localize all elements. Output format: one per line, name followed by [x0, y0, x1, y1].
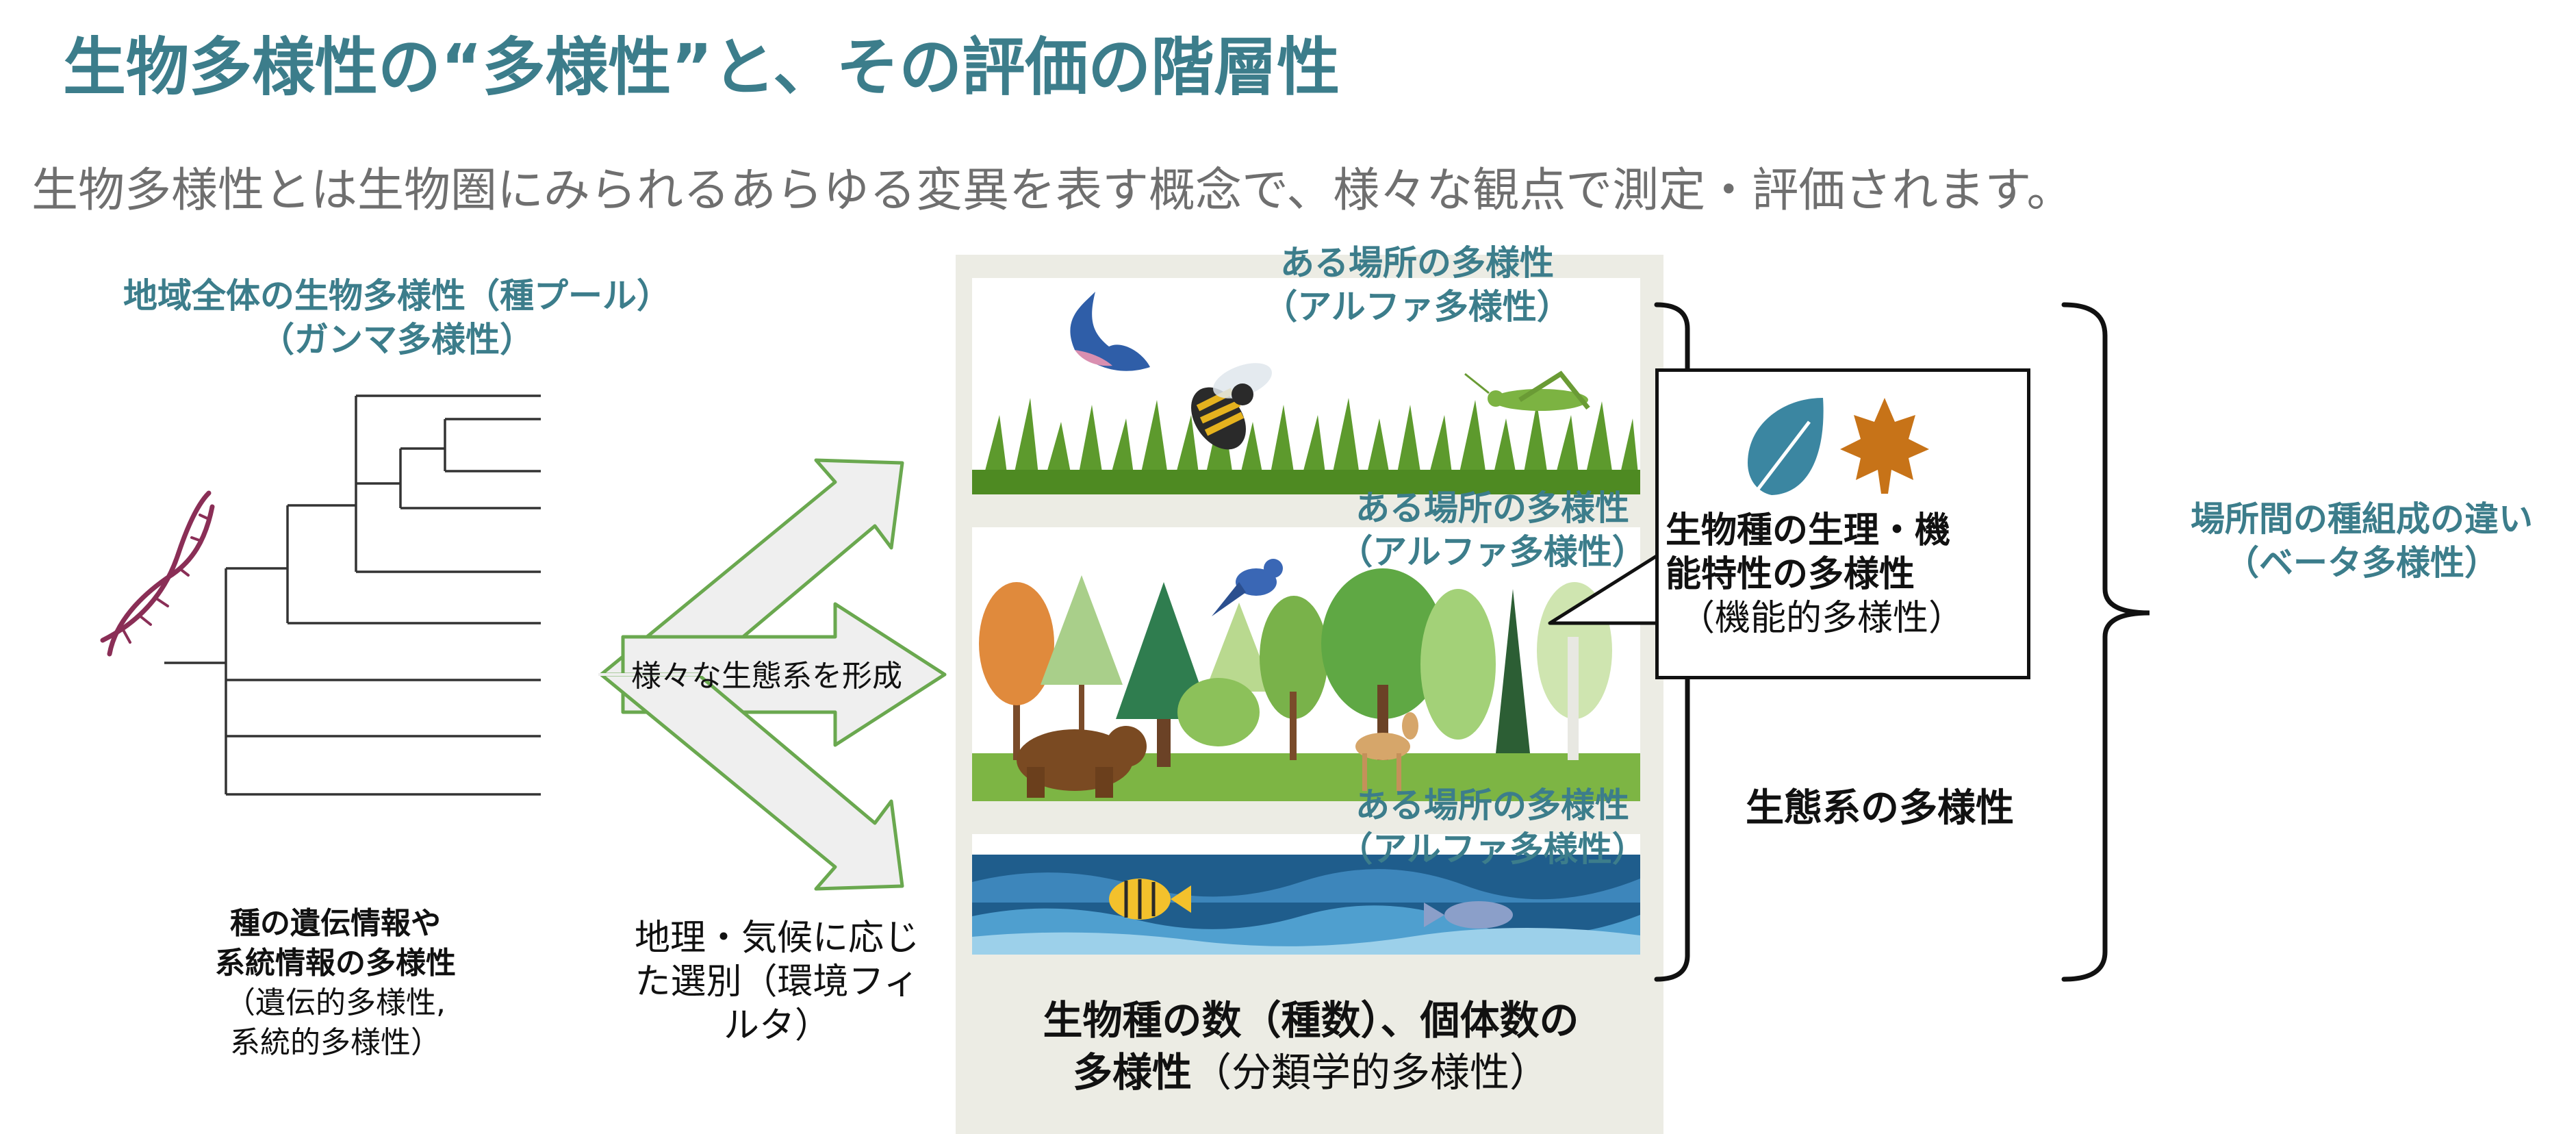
leaf-icon [1748, 398, 1824, 495]
alpha-diversity-label-3: ある場所の多様性 （アルファ多様性） [1338, 785, 1646, 869]
arrow-middle-label: 様々な生態系を形成 [631, 659, 902, 694]
beta-diversity-label: 場所間の種組成の違い （ベータ多様性） [2191, 499, 2533, 583]
ecosystem-diversity-label: 生態系の多様性 [1746, 786, 2014, 831]
functional-callout-pointer [1548, 553, 1661, 625]
genetic-diversity-label: 種の遺伝情報や 系統情報の多様性 （遺伝的多様性, 系統的多様性） [215, 906, 456, 1060]
alpha-diversity-label-1: ある場所の多様性 （アルファ多様性） [1263, 243, 1571, 327]
functional-diversity-callout: 生物種の生理・機 能特性の多様性 （機能的多様性） [1655, 368, 2030, 679]
page-subtitle: 生物多様性とは生物圏にみられるあらゆる変異を表す概念で、様々な観点で測定・評価さ… [31, 164, 2074, 218]
phylogenetic-tree [100, 394, 541, 796]
page-title: 生物多様性の“多様性”と、その評価の階層性 [63, 31, 1340, 104]
callout-icons [1748, 398, 1929, 495]
dna-icon [100, 490, 215, 657]
environmental-filter-label: 地理・気候に応じ た選別（環境フィ ルタ） [634, 918, 919, 1046]
gamma-diversity-label: 地域全体の生物多様性（種プール） （ガンマ多様性） [123, 276, 671, 360]
taxonomic-diversity-label: 生物種の数（種数）、個体数の 多様性（分類学的多様性） [1043, 997, 1579, 1096]
maple-leaf-icon [1840, 398, 1929, 494]
beta-brace [2061, 302, 2150, 982]
